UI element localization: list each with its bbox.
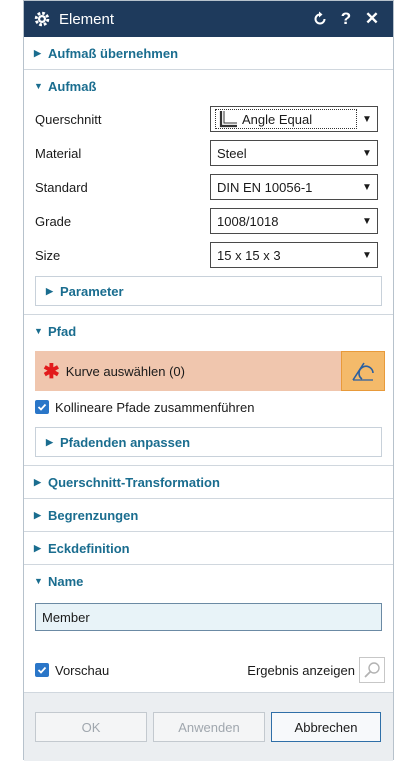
help-icon[interactable]: ? [335, 8, 357, 30]
grade-select[interactable]: 1008/1018 ▼ [210, 208, 378, 234]
ok-button[interactable]: OK [35, 712, 147, 742]
standard-value: DIN EN 10056-1 [217, 179, 313, 195]
close-icon[interactable]: ✕ [361, 8, 383, 30]
dropdown-arrow-icon: ▼ [362, 249, 372, 261]
name-input[interactable]: Member [35, 603, 382, 631]
grade-label: Grade [35, 213, 72, 229]
size-value: 15 x 15 x 3 [217, 247, 281, 263]
group-header-begrenzungen[interactable]: ▶ Begrenzungen [24, 499, 393, 531]
reset-icon[interactable] [309, 8, 331, 30]
size-select[interactable]: 15 x 15 x 3 ▼ [210, 242, 378, 268]
group-header-name[interactable]: ▼ Name [24, 565, 393, 597]
chevron-down-icon: ▼ [34, 576, 43, 586]
dropdown-arrow-icon: ▼ [362, 181, 372, 193]
required-star-icon: ✱ [43, 360, 60, 383]
select-curve-field[interactable]: ✱ Kurve auswählen (0) [35, 351, 341, 391]
group-title: Begrenzungen [48, 507, 139, 523]
material-label: Material [35, 145, 82, 161]
chevron-down-icon: ▼ [34, 326, 43, 336]
group-header-querschnitt-transformation[interactable]: ▶ Querschnitt-Transformation [24, 466, 393, 498]
preview-row: Vorschau Ergebnis anzeigen [24, 655, 393, 685]
subgroup-parameter[interactable]: ▶ Parameter [35, 276, 382, 306]
group-header-pfad[interactable]: ▼ Pfad [24, 315, 393, 347]
checkmark-icon [37, 403, 47, 411]
size-row: Size 15 x 15 x 3 ▼ [24, 238, 393, 272]
querschnitt-row: Querschnitt Angle Equal ▼ [24, 102, 393, 136]
group-header-aufmass[interactable]: ▼ Aufmaß [24, 70, 393, 102]
group-header-aufmass-uebernehmen[interactable]: ▶ Aufmaß übernehmen [24, 37, 393, 69]
subgroup-pfadenden[interactable]: ▶ Pfadenden anpassen [35, 427, 382, 457]
group-title: Aufmaß [48, 78, 97, 94]
group-pfad: ▼ Pfad ✱ Kurve auswählen (0) Kollineare … [24, 314, 393, 457]
chevron-right-icon: ▶ [46, 436, 53, 447]
preview-label: Vorschau [55, 662, 110, 678]
show-result-label: Ergebnis anzeigen [247, 662, 355, 678]
cancel-button[interactable]: Abbrechen [271, 712, 381, 742]
select-curve-label: Kurve auswählen (0) [65, 363, 185, 379]
name-value: Member [42, 609, 90, 625]
group-title: Aufmaß übernehmen [48, 45, 179, 61]
querschnitt-value: Angle Equal [242, 111, 313, 127]
group-header-eckdefinition[interactable]: ▶ Eckdefinition [24, 532, 393, 564]
group-querschnitt-transformation: ▶ Querschnitt-Transformation [24, 465, 393, 498]
select-curve-row[interactable]: ✱ Kurve auswählen (0) [35, 351, 385, 391]
subgroup-title: Parameter [60, 283, 124, 299]
element-dialog: Element ? ✕ ▶ Aufmaß übernehmen ▼ Aufmaß… [23, 0, 394, 761]
collinear-row: Kollineare Pfade zusammenführen [24, 391, 393, 423]
subgroup-title: Pfadenden anpassen [60, 434, 191, 450]
standard-row: Standard DIN EN 10056-1 ▼ [24, 170, 393, 204]
querschnitt-select[interactable]: Angle Equal ▼ [210, 106, 378, 132]
dialog-content: ▶ Aufmaß übernehmen ▼ Aufmaß Querschnitt [24, 37, 393, 641]
collinear-label: Kollineare Pfade zusammenführen [55, 399, 255, 415]
chevron-right-icon: ▶ [34, 47, 41, 58]
material-select[interactable]: Steel ▼ [210, 140, 378, 166]
group-eckdefinition: ▶ Eckdefinition [24, 531, 393, 564]
curve-icon [352, 362, 374, 381]
button-bar: OK Anwenden Abbrechen [24, 692, 393, 761]
querschnitt-label: Querschnitt [35, 111, 102, 127]
standard-select[interactable]: DIN EN 10056-1 ▼ [210, 174, 378, 200]
group-title: Name [48, 573, 84, 589]
chevron-right-icon: ▶ [34, 476, 41, 487]
dropdown-arrow-icon: ▼ [362, 113, 372, 125]
material-value: Steel [217, 145, 247, 161]
curve-select-button[interactable] [341, 351, 385, 391]
grade-value: 1008/1018 [217, 213, 279, 229]
group-title: Querschnitt-Transformation [48, 474, 220, 490]
chevron-right-icon: ▶ [46, 285, 53, 296]
chevron-right-icon: ▶ [34, 509, 41, 520]
group-aufmass-uebernehmen: ▶ Aufmaß übernehmen [24, 37, 393, 69]
group-title: Pfad [48, 323, 77, 339]
magnifier-icon [364, 662, 380, 678]
checkmark-icon [37, 666, 47, 674]
dropdown-arrow-icon: ▼ [362, 215, 372, 227]
apply-button[interactable]: Anwenden [153, 712, 265, 742]
chevron-right-icon: ▶ [34, 542, 41, 553]
titlebar: Element ? ✕ [24, 1, 393, 37]
show-result-button[interactable] [359, 657, 385, 683]
dropdown-arrow-icon: ▼ [362, 147, 372, 159]
window-title: Element [59, 10, 115, 28]
grade-row: Grade 1008/1018 ▼ [24, 204, 393, 238]
group-aufmass: ▼ Aufmaß Querschnitt Angle Equal ▼ Mater… [24, 69, 393, 306]
size-label: Size [35, 247, 61, 263]
group-name: ▼ Name Member [24, 564, 393, 631]
angle-profile-icon [219, 111, 237, 128]
chevron-down-icon: ▼ [34, 81, 43, 91]
group-title: Eckdefinition [48, 540, 130, 556]
material-row: Material Steel ▼ [24, 136, 393, 170]
collinear-checkbox[interactable] [35, 400, 49, 414]
querschnitt-selected: Angle Equal [215, 109, 357, 129]
standard-label: Standard [35, 179, 88, 195]
group-begrenzungen: ▶ Begrenzungen [24, 498, 393, 531]
gear-icon [34, 11, 50, 27]
preview-checkbox[interactable] [35, 663, 49, 677]
